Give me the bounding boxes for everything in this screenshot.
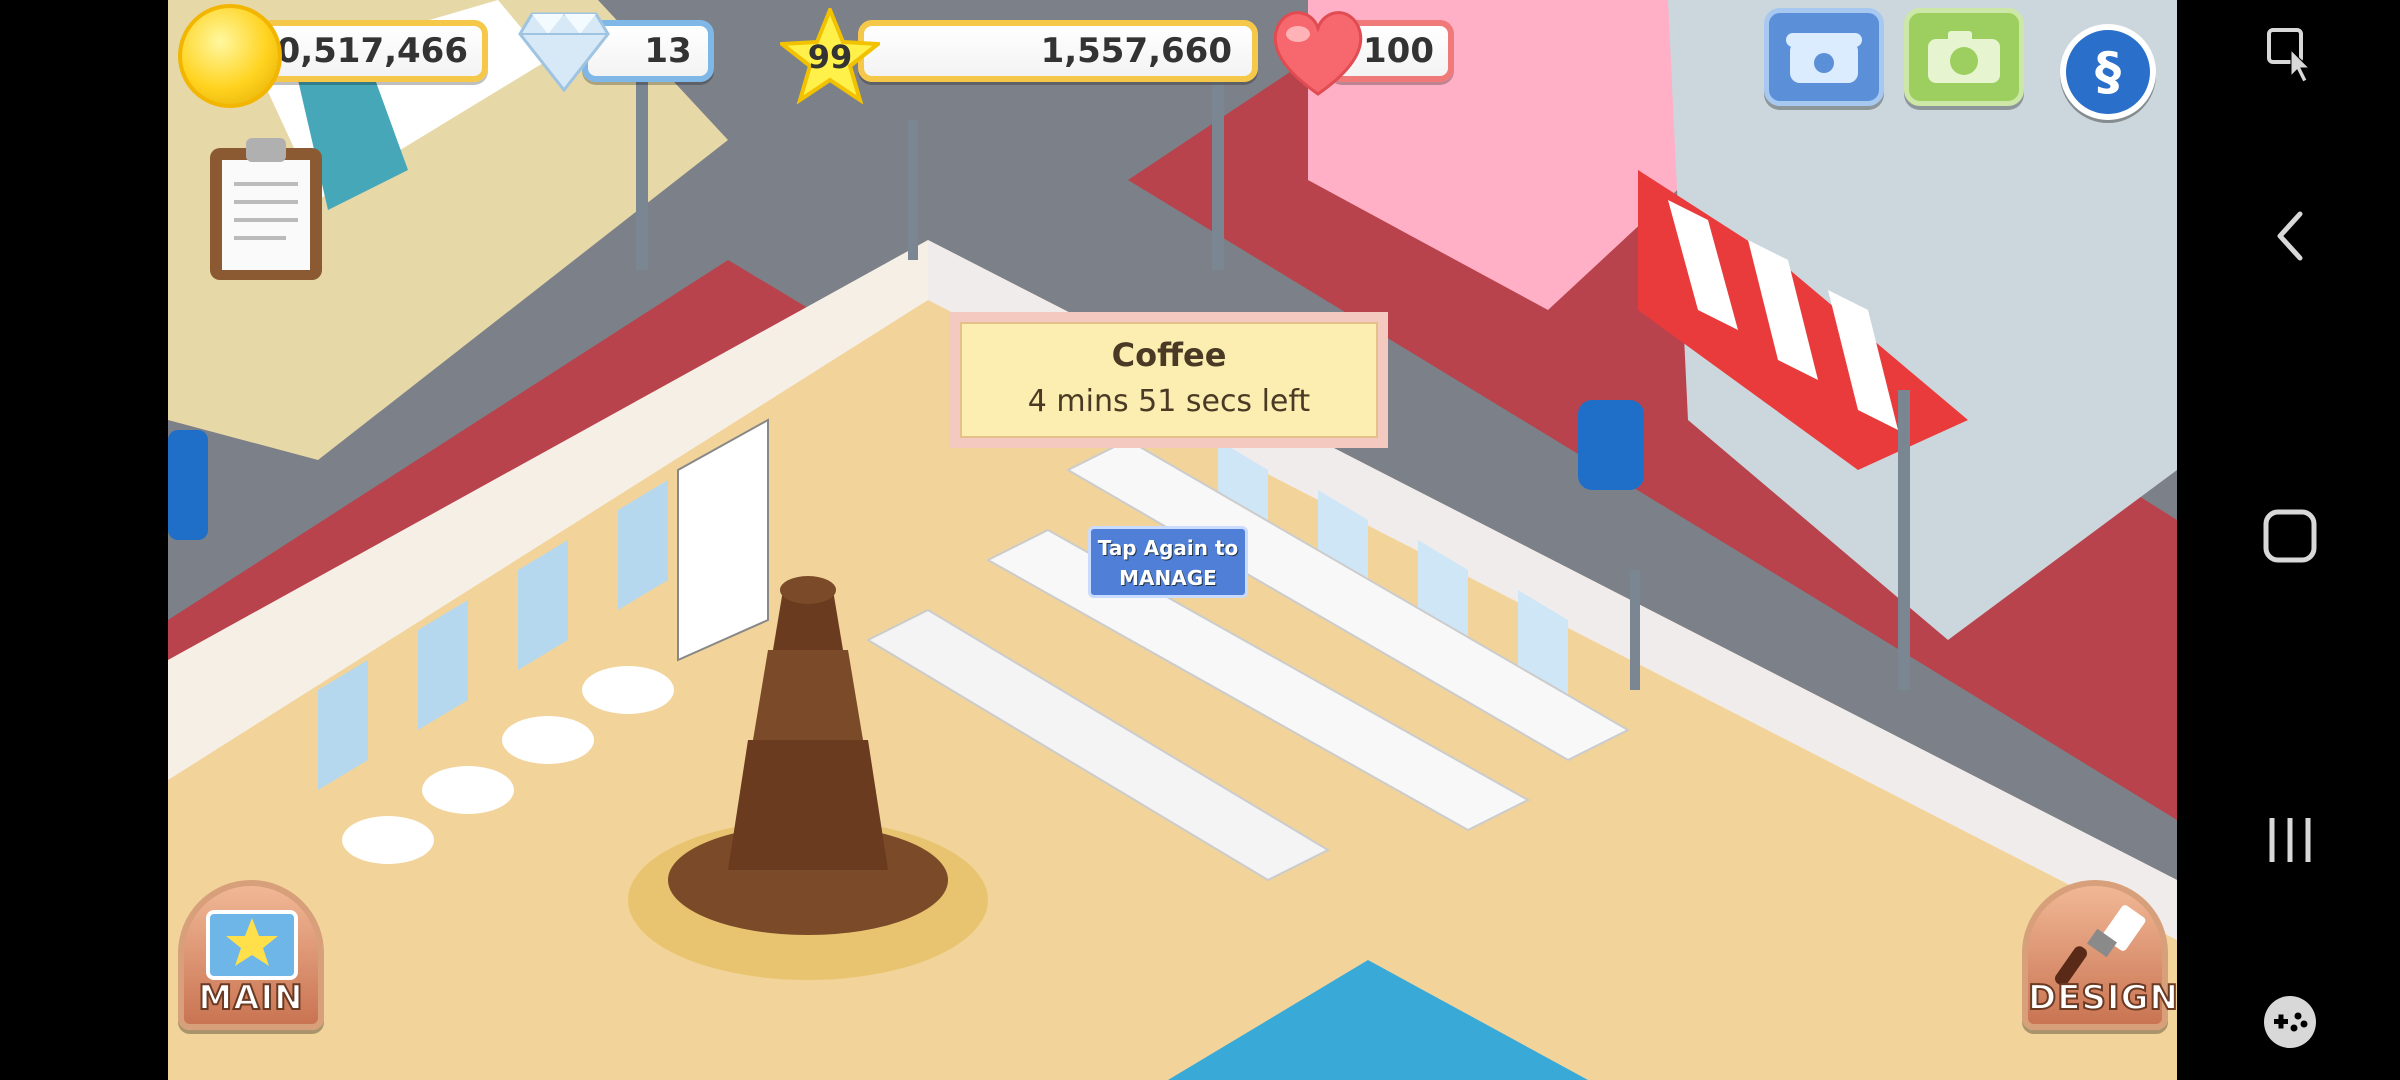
heart-count: 100 [1363,31,1434,71]
camera-icon [1928,31,2000,83]
xp-count: 1,557,660 [1040,31,1232,71]
tooltip-time-left: 4 mins 51 secs left [1027,384,1311,419]
gem-count: 13 [644,31,692,71]
phone-button[interactable] [1764,8,1884,106]
xp-counter: 1,557,660 [858,20,1258,82]
tap-label-line2: MANAGE [1119,566,1217,590]
diamond-icon [518,12,610,92]
heart-icon [1273,11,1363,96]
production-tooltip: Coffee 4 mins 51 secs left [950,312,1388,448]
main-button[interactable]: MAIN [178,880,324,1030]
screenshot-cursor-icon[interactable] [2265,26,2315,86]
game-viewport[interactable]: 40,517,466 13 1,557,660 99 100 § Coffee … [168,0,2177,1080]
book-star-icon [206,910,298,980]
main-button-label: MAIN [197,977,304,1019]
design-button[interactable]: DESIGN [2022,880,2177,1030]
left-letterbox [0,0,168,1080]
home-icon[interactable] [2262,508,2318,564]
game-tools-icon[interactable] [2260,994,2320,1050]
coin-icon [178,4,282,108]
telephone-icon [1786,33,1862,83]
swirl-icon: § [2095,42,2121,102]
swirl-button[interactable]: § [2060,24,2156,120]
coin-count: 40,517,466 [252,31,468,71]
tap-again-manage-label[interactable]: Tap Again to MANAGE [1088,526,1248,598]
back-icon[interactable] [2270,206,2310,266]
tap-label-line1: Tap Again to [1097,536,1239,560]
tooltip-title: Coffee [1111,336,1227,374]
star-icon: 99 [776,4,884,105]
clipboard-icon[interactable] [206,134,326,284]
recent-apps-icon[interactable] [2264,812,2316,868]
camera-button[interactable] [1904,8,2024,106]
level-number: 99 [807,38,853,76]
paintbrush-icon [2055,905,2146,986]
design-button-label: DESIGN [2027,977,2177,1019]
